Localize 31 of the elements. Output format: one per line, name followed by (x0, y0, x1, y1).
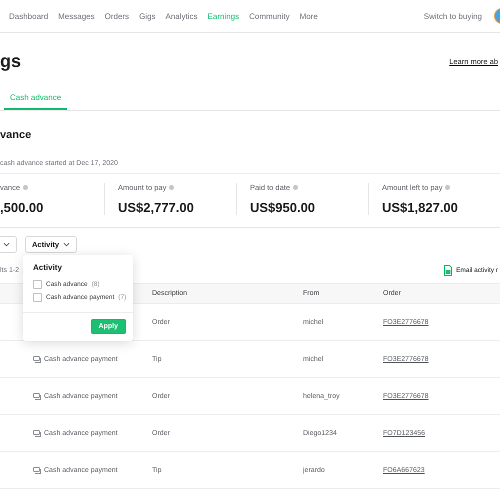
chevron-icon (63, 242, 70, 247)
tab[interactable]: Cash advance (4, 89, 68, 110)
nav-item[interactable]: Community (249, 12, 290, 20)
section-title: vance (0, 129, 32, 143)
nav-item[interactable]: Analytics (166, 12, 198, 20)
money-icon (33, 392, 41, 400)
stat-value: US$1,827.00 (382, 200, 459, 215)
info-icon[interactable] (445, 185, 450, 190)
switch-link[interactable]: Switch to buying (424, 12, 482, 20)
info-icon[interactable] (293, 185, 298, 190)
money-icon (33, 430, 41, 436)
checkbox[interactable] (33, 293, 42, 302)
page-title: gs (0, 50, 22, 72)
money-icon (33, 356, 41, 362)
money-icon (33, 466, 41, 474)
csv-file-icon[interactable] (444, 264, 452, 276)
nav-item[interactable]: Messages (58, 12, 95, 20)
nav-item[interactable]: Dashboard (9, 12, 48, 20)
info-icon[interactable] (23, 185, 28, 190)
info-icon[interactable] (169, 185, 174, 190)
filter-dropdown[interactable] (0, 236, 17, 253)
stat-value: US$2,777.00 (118, 200, 195, 215)
nav-item[interactable]: More (300, 12, 318, 20)
chevron-icon (3, 242, 10, 247)
checkbox[interactable] (33, 280, 42, 289)
stat-value: US$950.00 (250, 200, 316, 215)
nav-item[interactable]: Earnings (208, 12, 240, 20)
nav-item[interactable]: Gigs (139, 12, 156, 20)
popup-title: Activity (32, 262, 63, 274)
nav-item[interactable]: Orders (104, 12, 130, 20)
stat-value: ,500.00 (0, 200, 44, 215)
